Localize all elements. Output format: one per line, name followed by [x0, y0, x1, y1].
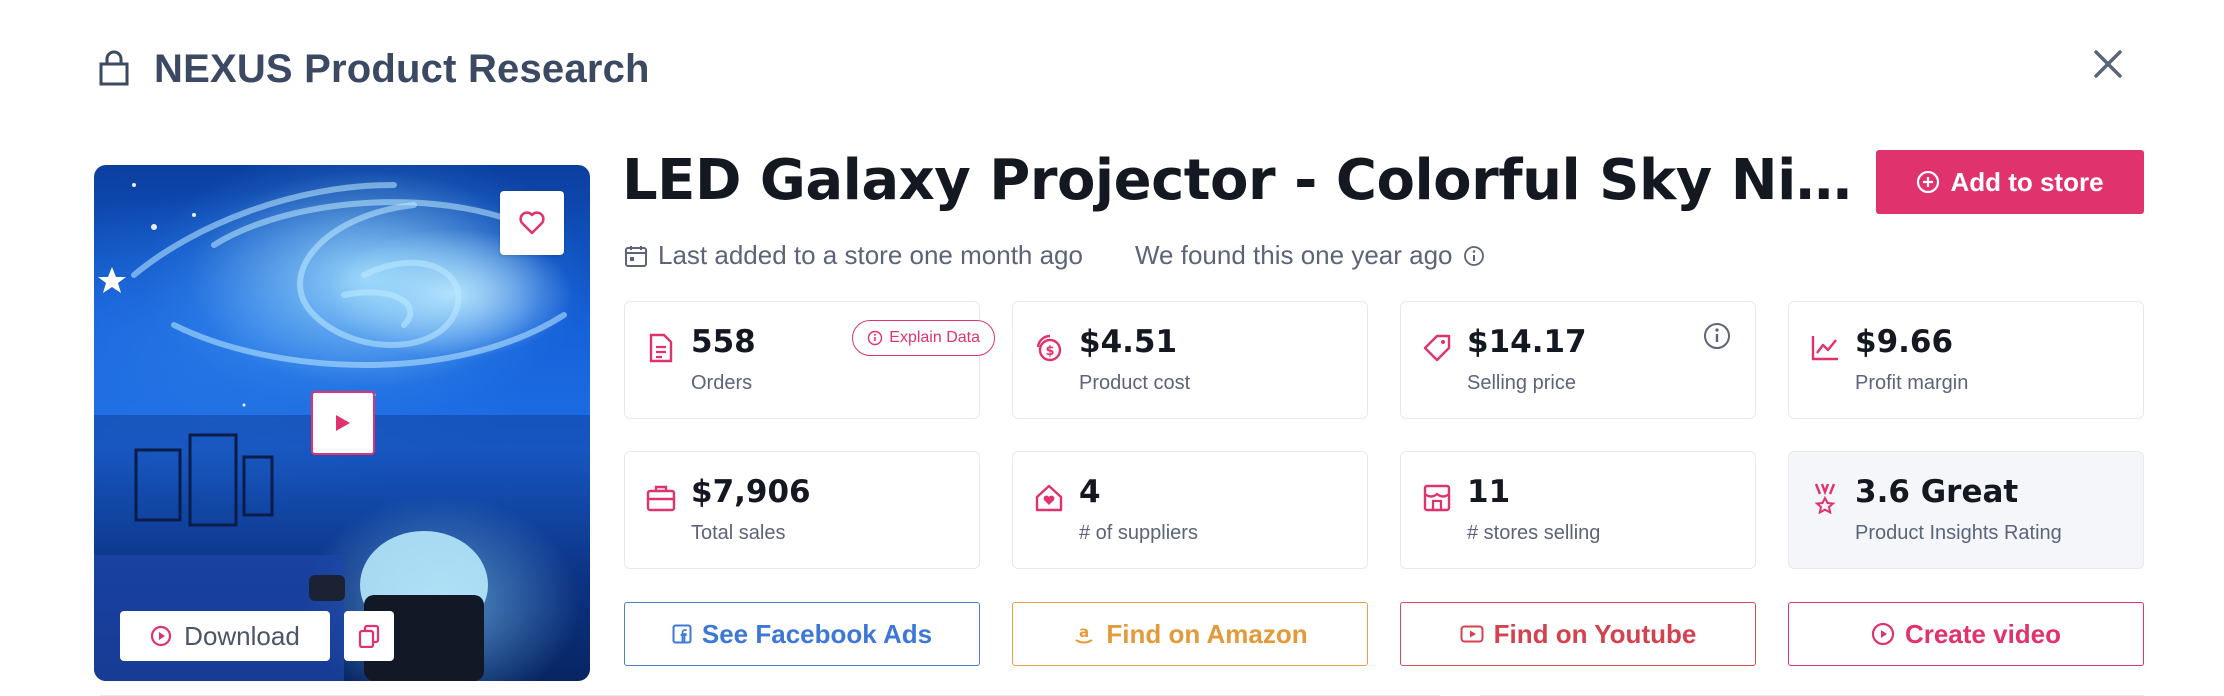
close-button[interactable] [2084, 40, 2132, 88]
coins-icon: $ [1033, 332, 1065, 364]
add-to-store-button[interactable]: Add to store [1876, 150, 2144, 214]
svg-text:$: $ [1045, 344, 1054, 359]
see-facebook-ads-button[interactable]: See Facebook Ads [624, 602, 980, 666]
shopping-bag-icon [94, 49, 134, 89]
last-added-text: Last added to a store one month ago [658, 240, 1083, 270]
info-icon[interactable] [1463, 245, 1485, 267]
store-icon [1421, 482, 1453, 514]
stat-value: 4 [1079, 474, 1101, 510]
stat-card-selling-price: $14.17 Selling price [1400, 301, 1756, 419]
info-icon [868, 330, 883, 346]
download-button[interactable]: Download [120, 611, 330, 661]
stat-label: Profit margin [1855, 372, 1969, 394]
find-on-amazon-button[interactable]: a Find on Amazon [1012, 602, 1368, 666]
see-facebook-ads-label: See Facebook Ads [701, 618, 933, 649]
stat-card-profit-margin: $9.66 Profit margin [1788, 301, 2144, 419]
stat-label: Orders [691, 372, 753, 394]
find-on-youtube-label: Find on Youtube [1493, 618, 1697, 649]
modal-title: NEXUS Product Research [154, 46, 650, 91]
amazon-icon: a [1075, 623, 1093, 644]
product-image: Download [94, 165, 590, 681]
stat-label: # of suppliers [1079, 522, 1198, 544]
stat-card-stores-selling: 11 # stores selling [1400, 451, 1756, 569]
copy-icon [358, 624, 380, 648]
play-circle-icon [151, 625, 172, 647]
stat-value: $9.66 [1855, 324, 1954, 360]
calendar-icon [625, 245, 647, 267]
favorite-button[interactable] [500, 191, 564, 255]
play-circle-icon [1871, 622, 1895, 646]
info-icon[interactable] [1703, 322, 1731, 355]
explain-data-button[interactable]: Explain Data [852, 320, 995, 356]
chart-line-icon [1809, 332, 1841, 364]
document-icon [645, 332, 677, 364]
find-on-amazon-label: Find on Amazon [1106, 618, 1308, 649]
price-tag-icon [1421, 332, 1453, 364]
svg-text:a: a [1079, 623, 1089, 641]
award-icon [1809, 482, 1841, 514]
briefcase-icon [645, 482, 677, 514]
download-label: Download [184, 620, 300, 651]
stat-value: $7,906 [691, 474, 811, 510]
stat-label: Total sales [691, 522, 786, 544]
stat-value: 558 [691, 324, 756, 360]
stat-card-total-sales: $7,906 Total sales [624, 451, 980, 569]
facebook-icon [672, 624, 692, 644]
stat-card-orders: 558 Orders Explain Data [624, 301, 995, 419]
stat-card-suppliers: 4 # of suppliers [1012, 451, 1368, 569]
stat-label: Product Insights Rating [1855, 522, 2062, 544]
play-video-button[interactable] [311, 391, 375, 455]
create-video-label: Create video [1904, 618, 2062, 649]
stat-label: # stores selling [1467, 522, 1601, 544]
create-video-button[interactable]: Create video [1788, 602, 2144, 666]
copy-button[interactable] [344, 611, 394, 661]
stat-value: $14.17 [1467, 324, 1587, 360]
modal-header: NEXUS Product Research [94, 44, 650, 94]
stat-value: 11 [1467, 474, 1511, 510]
find-on-youtube-button[interactable]: Find on Youtube [1400, 602, 1756, 666]
close-icon [2094, 50, 2122, 78]
heart-icon [519, 211, 545, 235]
home-heart-icon [1033, 482, 1065, 514]
stat-value: 3.6 Great [1855, 474, 2019, 510]
stat-card-product-cost: $ $4.51 Product cost [1012, 301, 1368, 419]
play-icon [336, 415, 350, 431]
stat-card-insights-rating: 3.6 Great Product Insights Rating [1788, 451, 2144, 569]
add-to-store-label: Add to store [1950, 166, 2104, 197]
stat-label: Selling price [1467, 372, 1576, 394]
found-text: We found this one year ago [1134, 240, 1453, 270]
product-meta: Last added to a store one month ago We f… [624, 240, 1485, 271]
stat-label: Product cost [1079, 372, 1191, 394]
plus-circle-icon [1917, 170, 1940, 194]
youtube-icon [1460, 625, 1484, 643]
explain-data-label: Explain Data [889, 329, 980, 346]
stat-value: $4.51 [1079, 324, 1178, 360]
product-title: LED Galaxy Projector - Colorful Sky Ni… [622, 148, 1852, 213]
